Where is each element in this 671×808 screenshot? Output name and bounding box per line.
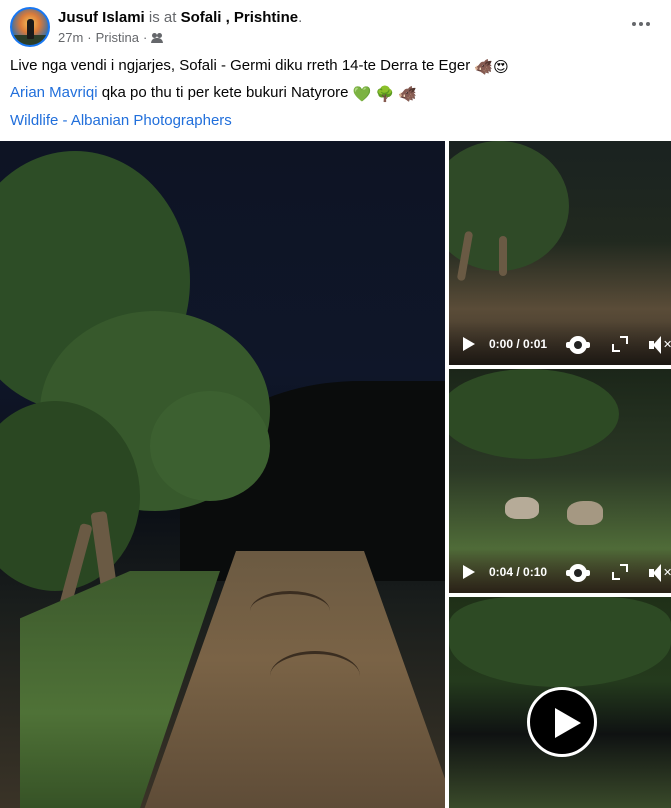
post-text-line-2: Arian Mavriqi qka po thu ti per kete buk…: [10, 83, 417, 105]
play-icon[interactable]: [527, 687, 597, 757]
post-header: Jusuf Islami is at Sofali , Prishtine. 2…: [0, 0, 671, 52]
video-controls: 0:04 / 0:10 ✕: [449, 549, 671, 593]
video-thumbnail-2[interactable]: 0:04 / 0:10 ✕: [449, 369, 671, 593]
post-meta: 27m · Pristina ·: [58, 30, 164, 45]
period-text: .: [298, 9, 303, 26]
main-photo[interactable]: [0, 141, 445, 808]
location-link[interactable]: Sofali , Prishtine: [181, 9, 299, 26]
author-line: Jusuf Islami is at Sofali , Prishtine.: [58, 9, 302, 27]
speaker-cone: [653, 336, 661, 354]
boar-emoji: 🐗: [474, 59, 494, 76]
mute-icon[interactable]: ✕: [649, 564, 671, 582]
friends-icon[interactable]: [151, 32, 164, 43]
post-text: qka po thu ti per kete bukuri Natyrore: [97, 84, 353, 101]
post-time[interactable]: 27m: [58, 30, 83, 45]
fullscreen-icon[interactable]: [612, 564, 628, 580]
wild-boar: [567, 501, 603, 525]
mute-x: ✕: [663, 339, 671, 351]
gear-icon[interactable]: [566, 336, 590, 354]
mute-icon[interactable]: ✕: [649, 336, 671, 354]
more-options-icon-dot: [639, 22, 643, 26]
tree-emoji: 🌳: [375, 86, 395, 103]
video-thumbnail-3[interactable]: [449, 597, 671, 808]
road-crack: [250, 591, 330, 631]
speaker-cone: [653, 564, 661, 582]
more-options-button[interactable]: [627, 14, 655, 34]
post-place[interactable]: Pristina: [96, 30, 139, 45]
mention-link[interactable]: Arian Mavriqi: [10, 84, 98, 101]
tree-canopy: [449, 369, 619, 459]
green-heart-emoji: 💚: [352, 86, 372, 103]
fullscreen-icon[interactable]: [612, 336, 628, 352]
tree-canopy: [449, 597, 671, 687]
gear-icon[interactable]: [566, 564, 590, 582]
is-at-text: is at: [144, 9, 181, 26]
mute-x: ✕: [663, 567, 671, 579]
boar-emoji: 🐗: [398, 86, 418, 103]
author-name[interactable]: Jusuf Islami: [58, 9, 145, 26]
heart-eyes-emoji: 😍: [493, 59, 509, 76]
avatar-figure: [27, 19, 34, 39]
video-controls: 0:00 / 0:01 ✕: [449, 321, 671, 365]
group-link[interactable]: Wildlife - Albanian Photographers: [10, 112, 232, 129]
post-text-line-3: Wildlife - Albanian Photographers: [10, 111, 232, 131]
video-time: 0:00 / 0:01: [489, 337, 548, 351]
road-crack: [270, 651, 360, 701]
video-time: 0:04 / 0:10: [489, 565, 548, 579]
meta-separator: ·: [87, 30, 92, 45]
video-thumbnail-1[interactable]: 0:00 / 0:01 ✕: [449, 141, 671, 365]
post-text-line-1: Live nga vendi i ngjarjes, Sofali - Germ…: [10, 56, 509, 78]
meta-separator: ·: [143, 30, 148, 45]
author-avatar[interactable]: [10, 7, 50, 47]
more-options-icon-dot: [646, 22, 650, 26]
wild-boar: [505, 497, 539, 519]
play-icon[interactable]: [463, 565, 475, 579]
play-icon[interactable]: [463, 337, 475, 351]
more-options-icon: [632, 22, 636, 26]
post-text: Live nga vendi i ngjarjes, Sofali - Germ…: [10, 57, 475, 74]
tree-canopy: [150, 391, 270, 501]
media-grid: 0:00 / 0:01 ✕ 0:04 / 0:10 ✕: [0, 141, 671, 808]
tree-trunk: [499, 236, 507, 276]
